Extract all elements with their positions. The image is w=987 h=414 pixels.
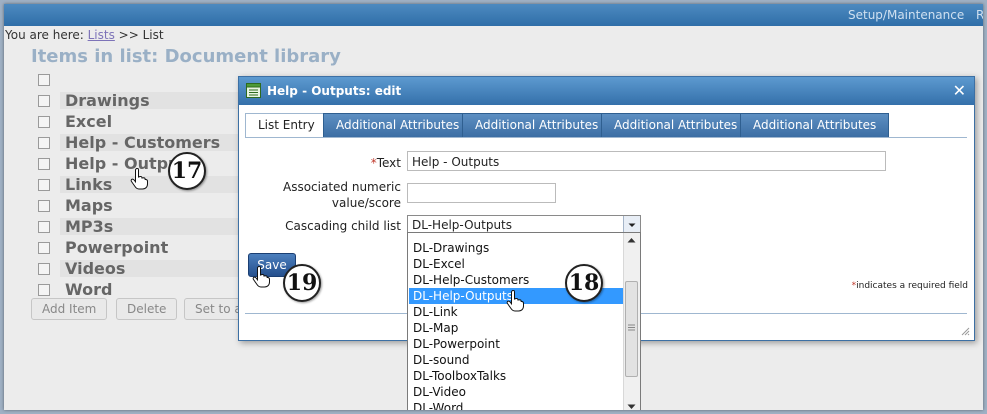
numeric-value-input[interactable] [407,183,556,203]
dropdown-option[interactable]: DL-Word [409,400,625,410]
tab-additional-attributes-3[interactable]: Additional Attributes [601,113,751,137]
item-label[interactable]: Maps [65,196,113,215]
item-label[interactable]: Powerpoint [65,238,168,257]
breadcrumb: You are here: Lists >> List [5,28,164,42]
dialog-title: Help - Outputs: edit [267,84,402,98]
nav-next-item[interactable]: R [976,8,983,22]
list-document-icon [246,83,261,98]
item-checkbox[interactable] [38,284,50,296]
add-item-button[interactable]: Add Item [31,298,108,320]
item-checkbox[interactable] [38,221,50,233]
item-label[interactable]: MP3s [65,217,113,236]
numeric-label-line1: Associated numeric [282,180,401,194]
delete-button[interactable]: Delete [116,298,178,320]
nav-setup-maintenance[interactable]: Setup/Maintenance [848,8,964,22]
item-checkbox[interactable] [38,179,50,191]
item-label[interactable]: Excel [65,112,112,131]
tab-additional-attributes-1[interactable]: Additional Attributes [323,113,473,137]
text-input[interactable]: Help - Outputs [407,151,886,171]
item-label[interactable]: Drawings [65,91,150,110]
app-frame: Setup/Maintenance R You are here: Lists … [4,4,983,410]
dropdown-option[interactable]: DL-Powerpoint [409,336,625,352]
hand-cursor-icon [252,266,270,288]
dropdown-option[interactable]: DL-Drawings [409,240,625,256]
scrollbar-thumb[interactable] [625,281,638,377]
item-label[interactable]: Links [65,175,112,194]
tab-list-entry[interactable]: List Entry [245,113,328,137]
item-checkbox[interactable] [38,137,50,149]
dropdown-option[interactable]: DL-Map [409,320,625,336]
child-list-label: Cascading child list [285,219,401,233]
hand-cursor-icon [130,168,148,190]
item-checkbox[interactable] [38,263,50,275]
step-marker-17: 17 [168,152,206,190]
item-label[interactable]: Help - Customers [65,133,220,152]
top-nav-bar: Setup/Maintenance R [4,4,983,26]
step-marker-18: 18 [565,264,603,302]
required-field-note: *indicates a required field [851,281,968,291]
dropdown-option[interactable]: DL-Video [409,384,625,400]
select-value: DL-Help-Outputs [412,218,513,232]
item-label[interactable]: Word [65,280,112,299]
item-checkbox[interactable] [38,95,50,107]
tab-additional-attributes-4[interactable]: Additional Attributes [740,113,890,137]
hand-cursor-icon [506,290,524,312]
close-icon[interactable]: ✕ [953,81,966,100]
breadcrumb-separator: >> [114,28,143,42]
scroll-up-icon[interactable] [627,237,636,243]
item-checkbox[interactable] [38,242,50,254]
breadcrumb-link-lists[interactable]: Lists [88,28,115,42]
step-marker-19: 19 [283,264,321,302]
breadcrumb-prefix: You are here: [5,28,88,42]
dropdown-option[interactable]: DL-ToolboxTalks [409,368,625,384]
dropdown-scrollbar[interactable] [623,233,640,410]
page-title: Items in list: Document library [31,46,341,67]
text-field-label: *Text [371,156,401,170]
item-checkbox[interactable] [38,116,50,128]
breadcrumb-current: List [142,28,164,42]
item-checkbox[interactable] [38,200,50,212]
resize-grip-icon[interactable] [961,327,970,336]
grip-icon [628,324,635,331]
tab-additional-attributes-2[interactable]: Additional Attributes [462,113,612,137]
select-all-checkbox[interactable] [38,74,50,86]
child-list-dropdown: DL-Drawings DL-Excel DL-Help-Customers D… [407,232,641,410]
text-label: Text [376,156,401,170]
dialog-titlebar[interactable]: Help - Outputs: edit ✕ [239,77,974,105]
dropdown-option[interactable]: DL-sound [409,352,625,368]
item-label[interactable]: Videos [65,259,125,278]
numeric-label-line2: value/score [331,196,401,210]
scroll-down-icon[interactable] [627,404,636,410]
item-checkbox[interactable] [38,158,50,170]
tab-divider [245,137,967,138]
